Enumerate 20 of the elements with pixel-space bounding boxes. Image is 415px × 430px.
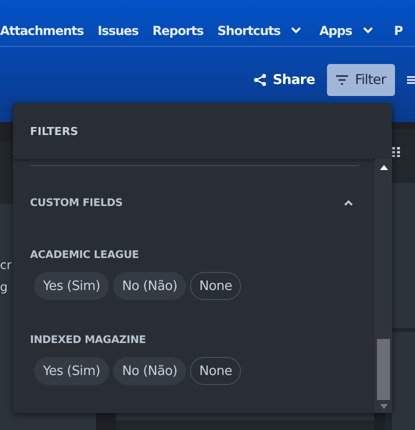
option-chip[interactable]: No (Não)	[113, 357, 186, 385]
nav-link[interactable]: Issues	[98, 23, 138, 38]
nav-link[interactable]: Shortcuts	[217, 23, 306, 38]
nav-link[interactable]: Attachments	[0, 23, 84, 38]
option-chip[interactable]: None	[190, 272, 242, 300]
nav-link[interactable]: P	[394, 23, 403, 38]
nav-link[interactable]: Reports	[152, 23, 204, 38]
filter-button[interactable]: Filter	[326, 64, 395, 96]
share-button[interactable]: Share	[252, 72, 315, 88]
option-chip[interactable]: Yes (Sim)	[34, 357, 110, 385]
option-chip[interactable]: No (Não)	[113, 272, 186, 300]
section-title: CUSTOM FIELDS	[30, 197, 123, 209]
nav-link[interactable]: Apps	[319, 23, 377, 38]
group-title: ACADEMIC LEAGUE	[30, 249, 140, 261]
card-text: g	[0, 279, 8, 296]
panel-title: FILTERS	[30, 124, 78, 138]
card-text: cr	[0, 257, 13, 274]
group-title: INDEXED MAGAZINE	[30, 334, 147, 346]
option-chip[interactable]: None	[190, 357, 242, 385]
option-chip[interactable]: Yes (Sim)	[34, 272, 110, 300]
